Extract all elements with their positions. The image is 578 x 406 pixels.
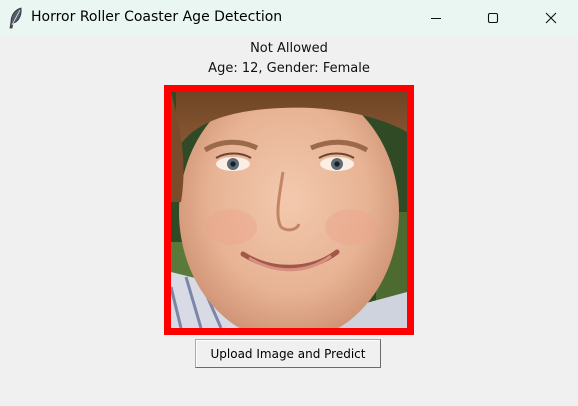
close-icon [545, 9, 557, 28]
minimize-icon [430, 9, 442, 28]
upload-predict-button[interactable]: Upload Image and Predict [195, 339, 381, 368]
app-window: Horror Roller Coaster Age Detection Not … [0, 0, 578, 406]
face-photo [171, 92, 407, 328]
window-title: Horror Roller Coaster Age Detection [31, 9, 283, 25]
maximize-button[interactable] [470, 0, 516, 36]
prediction-details-label: Age: 12, Gender: Female [208, 61, 370, 76]
maximize-icon [487, 9, 499, 28]
uploaded-photo [164, 85, 414, 335]
minimize-button[interactable] [413, 0, 459, 36]
result-status-label: Not Allowed [250, 41, 328, 56]
title-bar[interactable]: Horror Roller Coaster Age Detection [0, 0, 578, 36]
feather-icon [8, 7, 24, 29]
close-button[interactable] [528, 0, 574, 36]
